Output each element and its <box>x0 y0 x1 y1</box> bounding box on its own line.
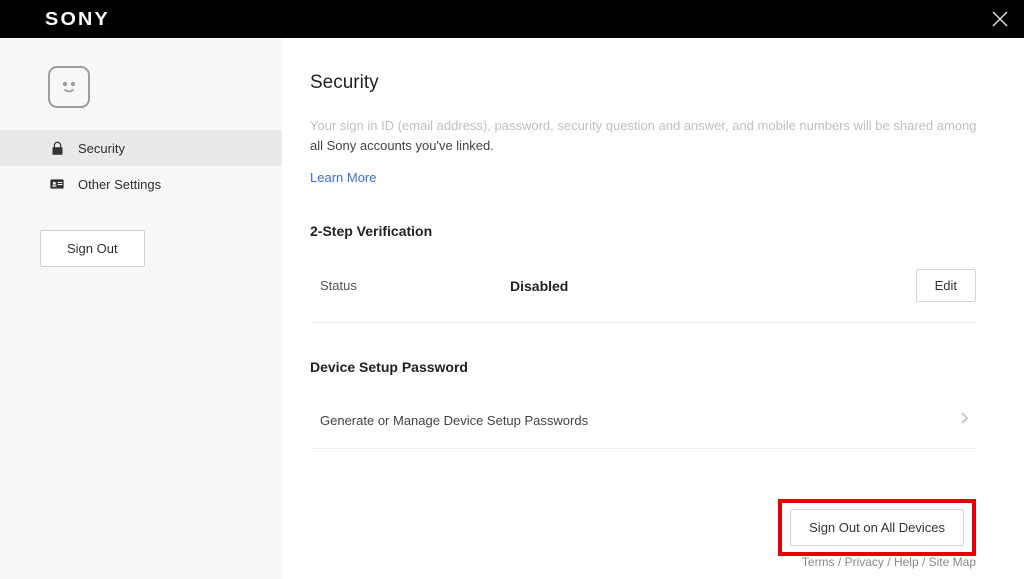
sidebar-item-other-settings[interactable]: Other Settings <box>0 166 282 202</box>
footer-sitemap-link[interactable]: Site Map <box>929 555 976 569</box>
id-card-icon <box>48 175 66 193</box>
brand-logo: SONY <box>45 9 110 30</box>
intro-text: Your sign in ID (email address), passwor… <box>310 116 976 155</box>
footer-links: Terms / Privacy / Help / Site Map <box>802 555 976 569</box>
status-value: Disabled <box>510 278 916 294</box>
sign-out-button[interactable]: Sign Out <box>40 230 145 267</box>
learn-more-link[interactable]: Learn More <box>310 170 376 185</box>
close-button[interactable] <box>988 7 1012 31</box>
edit-button[interactable]: Edit <box>916 269 976 302</box>
sidebar-item-security[interactable]: Security <box>0 130 282 166</box>
device-setup-row[interactable]: Generate or Manage Device Setup Password… <box>310 395 976 449</box>
intro-text-line1: Your sign in ID (email address), passwor… <box>310 116 976 136</box>
chevron-right-icon <box>960 411 970 430</box>
intro-text-line2: all Sony accounts you've linked. <box>310 136 976 156</box>
avatar <box>48 66 90 108</box>
device-heading: Device Setup Password <box>310 359 976 375</box>
main-panel: Security Your sign in ID (email address)… <box>282 38 1024 579</box>
sign-out-all-wrap: Sign Out on All Devices <box>310 499 976 556</box>
footer-help-link[interactable]: Help <box>894 555 919 569</box>
footer-terms-link[interactable]: Terms <box>802 555 835 569</box>
avatar-row <box>0 60 282 130</box>
highlight-box: Sign Out on All Devices <box>778 499 976 556</box>
page-title: Security <box>310 72 976 94</box>
avatar-face-icon <box>57 75 81 99</box>
two-step-status-row: Status Disabled Edit <box>310 259 976 323</box>
footer-privacy-link[interactable]: Privacy <box>845 555 884 569</box>
topbar: SONY <box>0 0 1024 38</box>
device-row-label: Generate or Manage Device Setup Password… <box>320 413 588 428</box>
close-icon <box>991 10 1009 28</box>
two-step-heading: 2-Step Verification <box>310 223 976 239</box>
sign-out-all-devices-button[interactable]: Sign Out on All Devices <box>790 509 964 546</box>
nav-list: Security Other Settings <box>0 130 282 202</box>
status-label: Status <box>320 278 510 293</box>
sidebar-item-label: Other Settings <box>78 177 161 192</box>
lock-icon <box>48 139 66 157</box>
sidebar-item-label: Security <box>78 141 125 156</box>
sidebar: Security Other Settings Sign Out <box>0 38 282 579</box>
